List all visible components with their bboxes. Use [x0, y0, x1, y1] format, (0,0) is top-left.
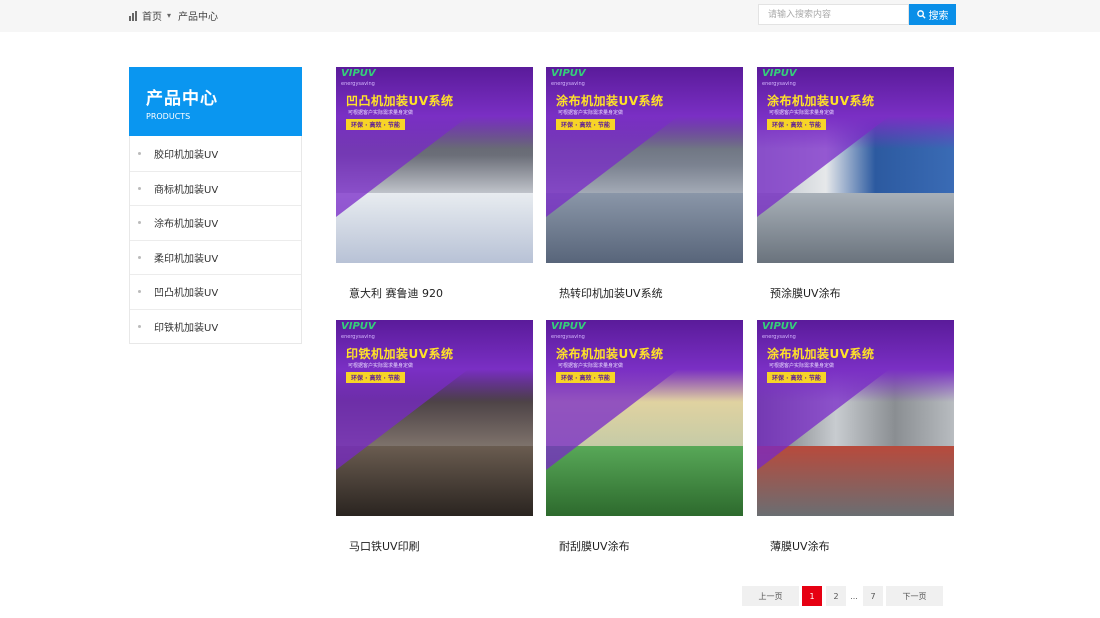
- sidebar: 产品中心 PRODUCTS 胶印机加装UV 商标机加装UV 涂布机加装UV 柔印…: [129, 67, 302, 344]
- banner-slogan: 可根据客户实际需求量身定做: [769, 110, 835, 116]
- brand-logo: VIPUV energysaving: [551, 68, 586, 88]
- brand-logo: VIPUV energysaving: [762, 68, 797, 88]
- product-card[interactable]: VIPUV energysaving 涂布机加装UV系统 可根据客户实际需求量身定…: [546, 67, 743, 301]
- home-icon: [129, 10, 138, 21]
- page-2-button[interactable]: 2: [826, 586, 846, 606]
- product-image[interactable]: VIPUV energysaving 印铁机加装UV系统 可根据客户实际需求量身定…: [336, 320, 533, 516]
- banner-pill: 环保 · 高效 · 节能: [556, 372, 615, 383]
- banner-title: 涂布机加装UV系统: [767, 347, 875, 361]
- brand-logo: VIPUV energysaving: [341, 68, 376, 88]
- brand-logo: VIPUV energysaving: [762, 321, 797, 341]
- banner-slogan: 可根据客户实际需求量身定做: [769, 363, 835, 369]
- banner-pill: 环保 · 高效 · 节能: [767, 119, 826, 130]
- product-caption[interactable]: 耐刮膜UV涂布: [546, 538, 743, 554]
- search-button[interactable]: 搜索: [909, 4, 956, 25]
- bullet-icon: [138, 186, 141, 190]
- brand-logo: VIPUV energysaving: [551, 321, 586, 341]
- sidebar-subtitle: PRODUCTS: [146, 112, 191, 121]
- banner-slogan: 可根据客户实际需求量身定做: [348, 110, 414, 116]
- product-image[interactable]: VIPUV energysaving 凹凸机加装UV系统 可根据客户实际需求量身定…: [336, 67, 533, 263]
- sidebar-item-label: 柔印机加装UV: [154, 253, 219, 265]
- banner-pill: 环保 · 高效 · 节能: [346, 372, 405, 383]
- search-icon: [916, 10, 926, 19]
- bullet-icon: [138, 324, 141, 328]
- search-button-label: 搜索: [928, 11, 949, 22]
- product-caption[interactable]: 热转印机加装UV系统: [546, 285, 743, 301]
- page-1-button[interactable]: 1: [802, 586, 822, 606]
- sidebar-item-label: 涂布机加装UV: [154, 219, 219, 231]
- banner-title: 涂布机加装UV系统: [767, 94, 875, 108]
- chevron-down-icon: ▾: [167, 11, 172, 20]
- bullet-icon: [138, 151, 141, 155]
- product-caption[interactable]: 意大利 赛鲁迪 920: [336, 285, 533, 301]
- banner-slogan: 可根据客户实际需求量身定做: [558, 363, 624, 369]
- bullet-icon: [138, 290, 141, 294]
- product-card[interactable]: VIPUV energysaving 印铁机加装UV系统 可根据客户实际需求量身定…: [336, 320, 533, 554]
- breadcrumb: 首页 ▾ 产品中心: [129, 8, 218, 23]
- sidebar-list: 胶印机加装UV 商标机加装UV 涂布机加装UV 柔印机加装UV 凹凸机加装UV …: [129, 136, 302, 344]
- banner-slogan: 可根据客户实际需求量身定做: [348, 363, 414, 369]
- bullet-icon: [138, 221, 141, 225]
- breadcrumb-home-link[interactable]: 首页: [142, 8, 162, 23]
- prev-page-button[interactable]: 上一页: [742, 586, 799, 606]
- banner-pill: 环保 · 高效 · 节能: [556, 119, 615, 130]
- sidebar-item[interactable]: 柔印机加装UV: [130, 239, 301, 275]
- banner-pill: 环保 · 高效 · 节能: [767, 372, 826, 383]
- banner-title: 印铁机加装UV系统: [346, 347, 454, 361]
- product-card[interactable]: VIPUV energysaving 涂布机加装UV系统 可根据客户实际需求量身定…: [757, 320, 954, 554]
- product-card[interactable]: VIPUV energysaving 涂布机加装UV系统 可根据客户实际需求量身定…: [546, 320, 743, 554]
- product-image[interactable]: VIPUV energysaving 涂布机加装UV系统 可根据客户实际需求量身定…: [546, 320, 743, 516]
- sidebar-header: 产品中心 PRODUCTS: [129, 67, 302, 136]
- sidebar-item-label: 印铁机加装UV: [154, 322, 219, 334]
- banner-slogan: 可根据客户实际需求量身定做: [558, 110, 624, 116]
- sidebar-item[interactable]: 印铁机加装UV: [130, 308, 301, 344]
- banner-title: 涂布机加装UV系统: [556, 347, 664, 361]
- banner-pill: 环保 · 高效 · 节能: [346, 119, 405, 130]
- sidebar-item[interactable]: 凹凸机加装UV: [130, 274, 301, 309]
- sidebar-item-label: 胶印机加装UV: [154, 149, 219, 161]
- banner-title: 凹凸机加装UV系统: [346, 94, 454, 108]
- sidebar-item[interactable]: 涂布机加装UV: [130, 205, 301, 240]
- pagination-ellipsis: ...: [850, 591, 858, 601]
- sidebar-item[interactable]: 商标机加装UV: [130, 170, 301, 206]
- product-image[interactable]: VIPUV energysaving 涂布机加装UV系统 可根据客户实际需求量身定…: [757, 320, 954, 516]
- sidebar-item-label: 凹凸机加装UV: [154, 288, 219, 300]
- product-card[interactable]: VIPUV energysaving 涂布机加装UV系统 可根据客户实际需求量身定…: [757, 67, 954, 301]
- product-caption[interactable]: 预涂膜UV涂布: [757, 285, 954, 301]
- product-image[interactable]: VIPUV energysaving 涂布机加装UV系统 可根据客户实际需求量身定…: [546, 67, 743, 263]
- sidebar-title: 产品中心: [146, 89, 218, 109]
- brand-logo: VIPUV energysaving: [341, 321, 376, 341]
- sidebar-item-label: 商标机加装UV: [154, 184, 219, 196]
- product-caption[interactable]: 薄膜UV涂布: [757, 538, 954, 554]
- next-page-button[interactable]: 下一页: [886, 586, 943, 606]
- product-image[interactable]: VIPUV energysaving 涂布机加装UV系统 可根据客户实际需求量身定…: [757, 67, 954, 263]
- search-input[interactable]: [758, 4, 909, 25]
- top-bar: 首页 ▾ 产品中心 搜索: [0, 0, 1100, 32]
- product-card[interactable]: VIPUV energysaving 凹凸机加装UV系统 可根据客户实际需求量身定…: [336, 67, 533, 301]
- bullet-icon: [138, 255, 141, 259]
- page-7-button[interactable]: 7: [863, 586, 883, 606]
- breadcrumb-current: 产品中心: [178, 12, 219, 23]
- product-caption[interactable]: 马口铁UV印刷: [336, 538, 533, 554]
- sidebar-item[interactable]: 胶印机加装UV: [130, 136, 301, 171]
- banner-title: 涂布机加装UV系统: [556, 94, 664, 108]
